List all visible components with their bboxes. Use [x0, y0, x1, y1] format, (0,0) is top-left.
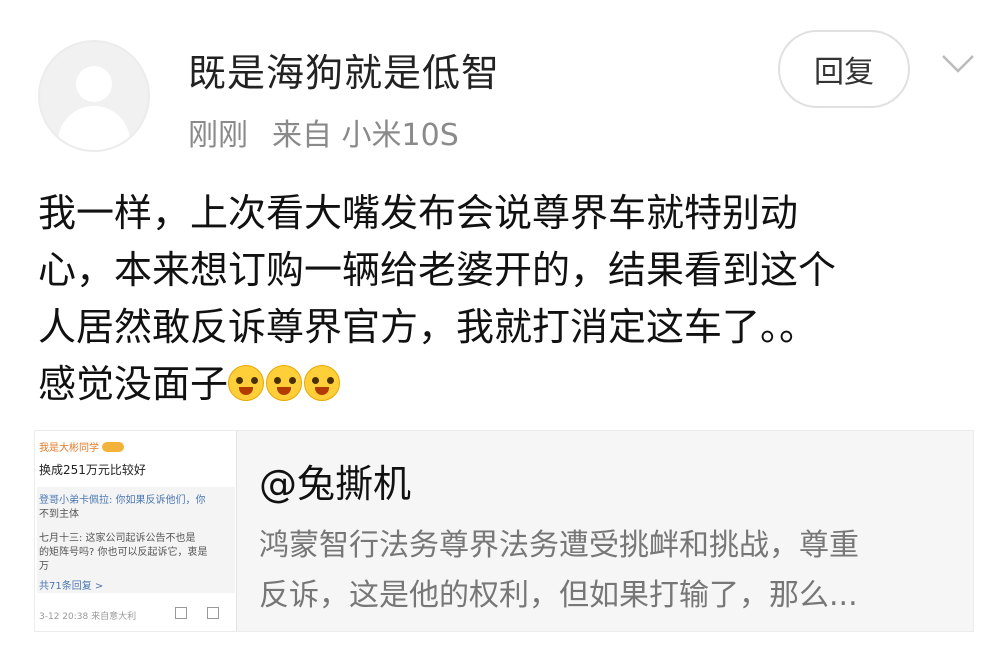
post-content-line: 我一样，上次看大嘴发布会说尊界车就特别动 — [38, 191, 799, 235]
post-content: 我一样，上次看大嘴发布会说尊界车就特别动 心，本来想订购一辆给老婆开的，结果看到… — [38, 185, 968, 413]
post-meta: 刚刚 来自 小米10S — [188, 110, 483, 154]
thumbnail-reply: 登哥小弟卡佩拉: 你如果反诉他们，你 — [39, 495, 206, 506]
thumbnail-user-text: 我是大彬同学 — [39, 443, 99, 454]
avatar[interactable] — [38, 40, 150, 152]
post-content-line: 心，本来想订购一辆给老婆开的，结果看到这个 — [38, 248, 837, 292]
thumbnail-text: 换成251万元比较好 — [39, 463, 146, 477]
crying-face-icon — [266, 365, 303, 401]
thumbnail-user: 我是大彬同学 — [39, 439, 124, 454]
quoted-post-card[interactable]: 我是大彬同学 换成251万元比较好 登哥小弟卡佩拉: 你如果反诉他们，你 不到主… — [34, 430, 974, 632]
thumbnail-reply: 万 — [39, 561, 49, 572]
chevron-down-icon[interactable] — [940, 52, 976, 76]
comment-icon — [207, 607, 219, 619]
avatar-head-shape — [76, 66, 112, 102]
post-content-last-line: 感觉没面子 — [38, 356, 968, 413]
quoted-post-excerpt-line: 鸿蒙智行法务尊界法务遭受挑衅和挑战，尊重 — [259, 528, 859, 563]
quoted-post-excerpt-line: 反诉，这是他的权利，但如果打输了，那么... — [259, 578, 858, 613]
thumbnail-reply: 不到主体 — [39, 509, 79, 520]
crying-face-icon — [304, 365, 341, 401]
quoted-post-excerpt: 鸿蒙智行法务尊界法务遭受挑衅和挑战，尊重 反诉，这是他的权利，但如果打输了，那么… — [259, 521, 965, 621]
crying-face-icon — [228, 365, 265, 401]
post-time: 刚刚 — [188, 118, 248, 153]
reply-button[interactable]: 回复 — [778, 30, 910, 108]
quoted-post-author[interactable]: @兔撕机 — [259, 453, 411, 508]
avatar-body-shape — [58, 106, 130, 150]
post-content-line: 感觉没面子 — [38, 362, 229, 406]
thumbnail-reply: 七月十三: 这家公司起诉公告不也是 — [39, 533, 196, 544]
post-content-line: 人居然敢反诉尊界官方，我就打消定这车了。。 — [38, 305, 818, 349]
share-icon — [175, 607, 187, 619]
thumbnail-reply: 的矩阵号吗? 你也可以反起诉它，衷是 — [39, 547, 208, 558]
username[interactable]: 既是海狗就是低智 — [188, 42, 500, 97]
badge-icon — [102, 442, 124, 452]
quoted-post-thumbnail: 我是大彬同学 换成251万元比较好 登哥小弟卡佩拉: 你如果反诉他们，你 不到主… — [35, 431, 237, 631]
post-source: 来自 小米10S — [272, 118, 459, 153]
thumbnail-footer: 3-12 20:38 来自意大利 — [39, 612, 137, 622]
thumbnail-more-replies: 共71条回复 > — [39, 581, 104, 592]
